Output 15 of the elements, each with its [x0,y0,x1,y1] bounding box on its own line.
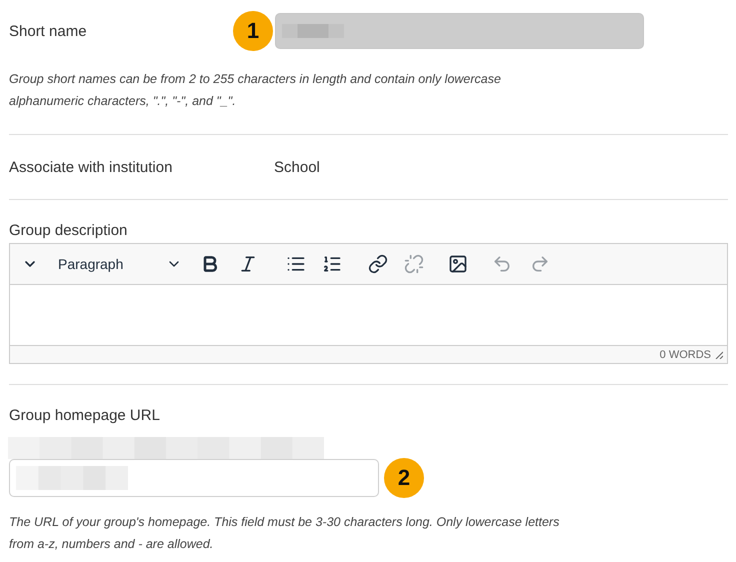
field-label: Group homepage URL [9,407,161,424]
callout-badge: 1 [233,11,273,51]
word-count: 0 WORDS [660,348,711,360]
field-label: Short name [9,22,88,40]
blurred-text-drawing [282,24,344,38]
input-field[interactable] [9,459,379,497]
callout-badge: 2 [384,458,424,498]
field-label: Associate with institution [9,158,174,176]
help-text: The URL of your group's homepage. This field must be 3-30 characters long. Only lowercase letters from a-z, numbers and - are allowed. [9,514,560,553]
field-value: School [274,158,321,176]
help-text: Group short names can be from 2 to 255 characters in length and contain only lowercase alphanumeric characters, ".", "-", and "_". [9,71,502,110]
field-label: Group description [9,222,128,239]
paragraph-dropdown[interactable]: Paragraph [58,250,182,278]
resize-handle-icon[interactable] [715,350,723,358]
rich-text-editor[interactable]: Paragraph 0 WORDS [9,243,728,364]
